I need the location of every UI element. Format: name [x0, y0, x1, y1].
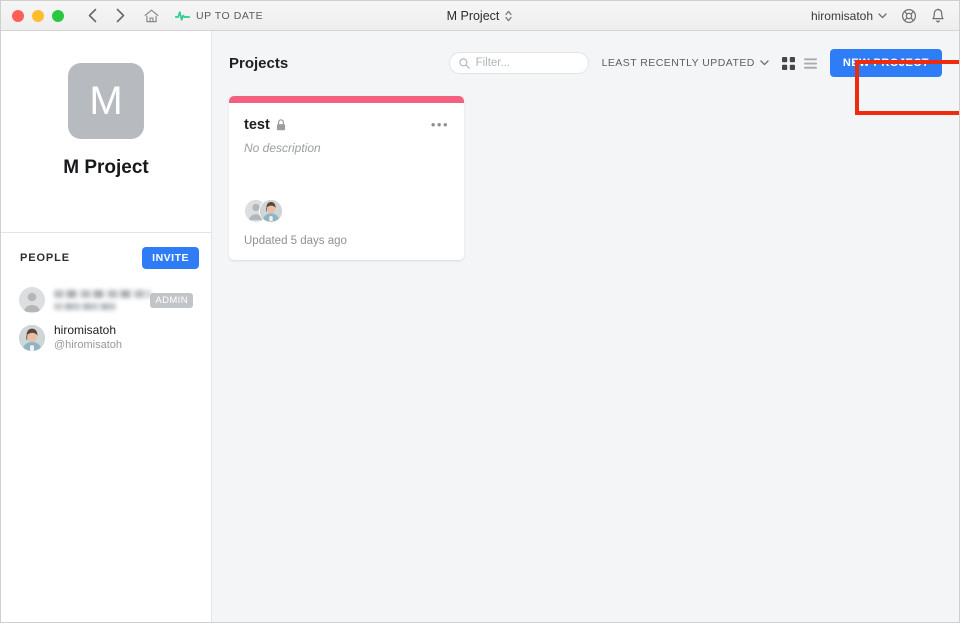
title-bar: UP TO DATE M Project hiromisatoh: [1, 1, 959, 31]
sync-status: UP TO DATE: [175, 10, 263, 22]
member-handle: @hiromisatoh: [54, 339, 123, 351]
title-bar-right: hiromisatoh: [811, 8, 959, 24]
lifebuoy-icon[interactable]: [901, 8, 917, 24]
list-view-icon[interactable]: [803, 57, 817, 69]
invite-button[interactable]: INVITE: [142, 247, 199, 269]
list-item[interactable]: hiromisatoh @hiromisatoh: [13, 318, 199, 357]
up-down-chevron-icon[interactable]: [504, 9, 513, 23]
view-toggle-group: [781, 56, 817, 70]
chevron-down-icon: [760, 60, 769, 66]
project-title: test: [244, 117, 270, 133]
project-accent-bar: [229, 96, 464, 103]
window-title: M Project: [446, 8, 500, 23]
project-updated: Updated 5 days ago: [244, 235, 347, 247]
ellipsis-icon[interactable]: •••: [431, 117, 449, 131]
filter-field[interactable]: [448, 52, 589, 74]
home-icon[interactable]: [144, 9, 159, 23]
account-menu[interactable]: hiromisatoh: [811, 9, 887, 23]
sidebar: M M Project PEOPLE INVITE ADMIN hiromisa…: [1, 31, 212, 622]
new-project-button[interactable]: NEW PROJECT: [829, 49, 942, 77]
team-avatar: M: [68, 63, 144, 139]
grid-view-icon[interactable]: [781, 56, 795, 70]
app-body: M M Project PEOPLE INVITE ADMIN hiromisa…: [1, 31, 959, 622]
main-toolbar: Projects LEAST RECENTLY UPDATED: [212, 31, 959, 81]
close-window-button[interactable]: [12, 9, 24, 22]
window-controls: [1, 9, 64, 22]
member-identity: [54, 290, 150, 310]
avatar: [19, 324, 45, 351]
back-icon[interactable]: [84, 8, 100, 24]
people-header: PEOPLE INVITE: [13, 247, 199, 269]
project-card[interactable]: test ••• No description Updated 5 days a…: [229, 96, 464, 260]
status-badge: ADMIN: [150, 292, 193, 308]
minimize-window-button[interactable]: [32, 9, 44, 22]
avatar[interactable]: [259, 198, 283, 223]
search-input[interactable]: [475, 57, 579, 69]
team-header[interactable]: M M Project: [1, 31, 211, 233]
project-members: [244, 198, 449, 223]
page-title: Projects: [229, 54, 289, 72]
toolbar-actions: LEAST RECENTLY UPDATED: [448, 49, 942, 77]
list-item[interactable]: ADMIN: [13, 282, 199, 318]
redacted-member-handle: [54, 303, 116, 310]
zoom-window-button[interactable]: [52, 9, 64, 22]
account-name: hiromisatoh: [810, 8, 873, 23]
forward-icon[interactable]: [112, 8, 128, 24]
member-name: hiromisatoh: [54, 323, 117, 337]
people-section: PEOPLE INVITE ADMIN hiromisatoh @hiromis…: [1, 233, 211, 357]
team-name: M Project: [63, 157, 149, 178]
redacted-member-name: [54, 290, 150, 298]
avatar: [19, 287, 45, 313]
projects-grid: test ••• No description Updated 5 days a…: [212, 81, 959, 275]
navigation-controls: [84, 8, 159, 24]
project-card-header: test •••: [244, 117, 449, 133]
search-icon: [458, 57, 470, 69]
lock-icon: [276, 119, 286, 131]
project-description: No description: [244, 141, 321, 155]
main-content: Projects LEAST RECENTLY UPDATED: [212, 31, 959, 622]
chevron-down-icon: [878, 12, 887, 19]
sync-status-label: UP TO DATE: [196, 9, 264, 22]
sort-dropdown[interactable]: LEAST RECENTLY UPDATED: [602, 57, 769, 69]
project-card-body: test ••• No description Updated 5 days a…: [229, 103, 464, 260]
bell-icon[interactable]: [931, 8, 945, 24]
people-heading: PEOPLE: [20, 252, 71, 264]
sort-label: LEAST RECENTLY UPDATED: [601, 57, 755, 69]
app-window: UP TO DATE M Project hiromisatoh M M Pro…: [0, 0, 960, 623]
pulse-icon: [175, 10, 190, 22]
member-identity: hiromisatoh @hiromisatoh: [54, 323, 122, 352]
